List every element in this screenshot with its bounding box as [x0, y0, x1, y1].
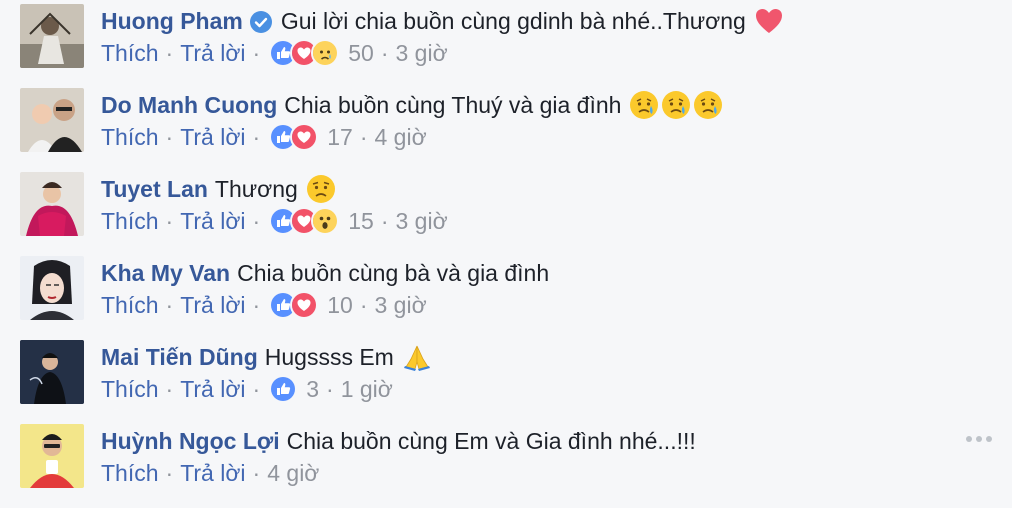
love-reaction-icon [290, 291, 319, 319]
comment-text: Chia buồn cùng bà và gia đình [237, 260, 550, 286]
like-link[interactable]: Thích [101, 122, 159, 152]
sad-tear-emoji-icon [693, 90, 723, 120]
avatar[interactable] [20, 424, 84, 488]
reaction-summary[interactable] [269, 291, 319, 319]
separator: · [165, 124, 174, 150]
sad-tear-emoji-icon [661, 90, 691, 120]
comment-item: Mai Tiến Dũng Hugssss Em Thích · Trả lời… [0, 336, 1012, 420]
comment-item: Kha My Van Chia buồn cùng bà và gia đình… [0, 252, 1012, 336]
comment-author[interactable]: Kha My Van [101, 258, 230, 288]
comment-text: Thương [214, 176, 298, 202]
comment-text: Hugssss Em [264, 344, 394, 370]
more-dot [976, 436, 982, 442]
like-link[interactable]: Thích [101, 38, 159, 68]
folded-hands-emoji-icon [402, 342, 432, 372]
comment-timestamp[interactable]: 1 giờ [341, 374, 393, 404]
sad-tear-emoji-icon [629, 90, 659, 120]
love-reaction-icon [290, 123, 319, 151]
reaction-summary[interactable] [269, 375, 298, 403]
more-dot [966, 436, 972, 442]
sad-reaction-icon [311, 39, 340, 67]
comment-author[interactable]: Do Manh Cuong [101, 90, 277, 120]
reaction-summary[interactable] [269, 39, 340, 67]
like-link[interactable]: Thích [101, 458, 159, 488]
more-dot [986, 436, 992, 442]
separator: · [165, 460, 174, 486]
separator: · [359, 124, 368, 150]
separator: · [165, 376, 174, 402]
reply-link[interactable]: Trả lời [180, 458, 245, 488]
separator: · [252, 292, 261, 318]
wow-reaction-icon [311, 207, 340, 235]
comment-timestamp[interactable]: 4 giờ [267, 458, 319, 488]
reaction-count[interactable]: 50 [348, 38, 374, 68]
separator: · [165, 208, 174, 234]
separator: · [252, 376, 261, 402]
comment-timestamp[interactable]: 3 giờ [395, 206, 447, 236]
avatar[interactable] [20, 340, 84, 404]
comment-author[interactable]: Huong Pham [101, 6, 243, 36]
like-link[interactable]: Thích [101, 290, 159, 320]
separator: · [326, 376, 334, 402]
reply-link[interactable]: Trả lời [180, 38, 245, 68]
avatar[interactable] [20, 88, 84, 152]
reaction-count[interactable]: 3 [306, 374, 319, 404]
like-reaction-icon [269, 375, 298, 403]
avatar[interactable] [20, 172, 84, 236]
comment-author[interactable]: Mai Tiến Dũng [101, 342, 258, 372]
comment-item: Do Manh Cuong Chia buồn cùng Thuý và gia… [0, 84, 1012, 168]
comment-timestamp[interactable]: 4 giờ [374, 122, 426, 152]
reply-link[interactable]: Trả lời [180, 290, 245, 320]
separator: · [380, 208, 389, 234]
comment-text: Gui lời chia buồn cùng gdinh bà nhé..Thư… [280, 8, 746, 34]
more-options-icon[interactable] [966, 432, 992, 446]
comment-timestamp[interactable]: 3 giờ [395, 38, 447, 68]
separator: · [252, 40, 261, 66]
reaction-summary[interactable] [269, 207, 340, 235]
reply-link[interactable]: Trả lời [180, 122, 245, 152]
reaction-count[interactable]: 10 [327, 290, 353, 320]
separator: · [359, 292, 368, 318]
separator: · [165, 292, 174, 318]
reaction-count[interactable]: 17 [327, 122, 353, 152]
heart-emoji-icon [754, 6, 784, 36]
comment-text: Chia buồn cùng Em và Gia đình nhé...!!! [286, 428, 696, 454]
reaction-count[interactable]: 15 [348, 206, 374, 236]
verified-badge-icon [249, 10, 272, 33]
comment-item: Huong Pham Gui lời chia buồn cùng gdinh … [0, 0, 1012, 84]
avatar[interactable] [20, 256, 84, 320]
like-link[interactable]: Thích [101, 206, 159, 236]
separator: · [380, 40, 389, 66]
comment-author[interactable]: Huỳnh Ngọc Lợi [101, 426, 280, 456]
comment-item: Huỳnh Ngọc Lợi Chia buồn cùng Em và Gia … [0, 420, 1012, 504]
comment-text: Chia buồn cùng Thuý và gia đình [284, 92, 622, 118]
separator: · [252, 460, 261, 486]
comment-timestamp[interactable]: 3 giờ [374, 290, 426, 320]
reply-link[interactable]: Trả lời [180, 206, 245, 236]
comment-item: Tuyet Lan Thương Thích · Trả lời · 15 · … [0, 168, 1012, 252]
like-link[interactable]: Thích [101, 374, 159, 404]
reply-link[interactable]: Trả lời [180, 374, 245, 404]
comment-author[interactable]: Tuyet Lan [101, 174, 208, 204]
avatar[interactable] [20, 4, 84, 68]
separator: · [252, 208, 261, 234]
separator: · [165, 40, 174, 66]
reaction-summary[interactable] [269, 123, 319, 151]
separator: · [252, 124, 261, 150]
worried-emoji-icon [306, 174, 336, 204]
